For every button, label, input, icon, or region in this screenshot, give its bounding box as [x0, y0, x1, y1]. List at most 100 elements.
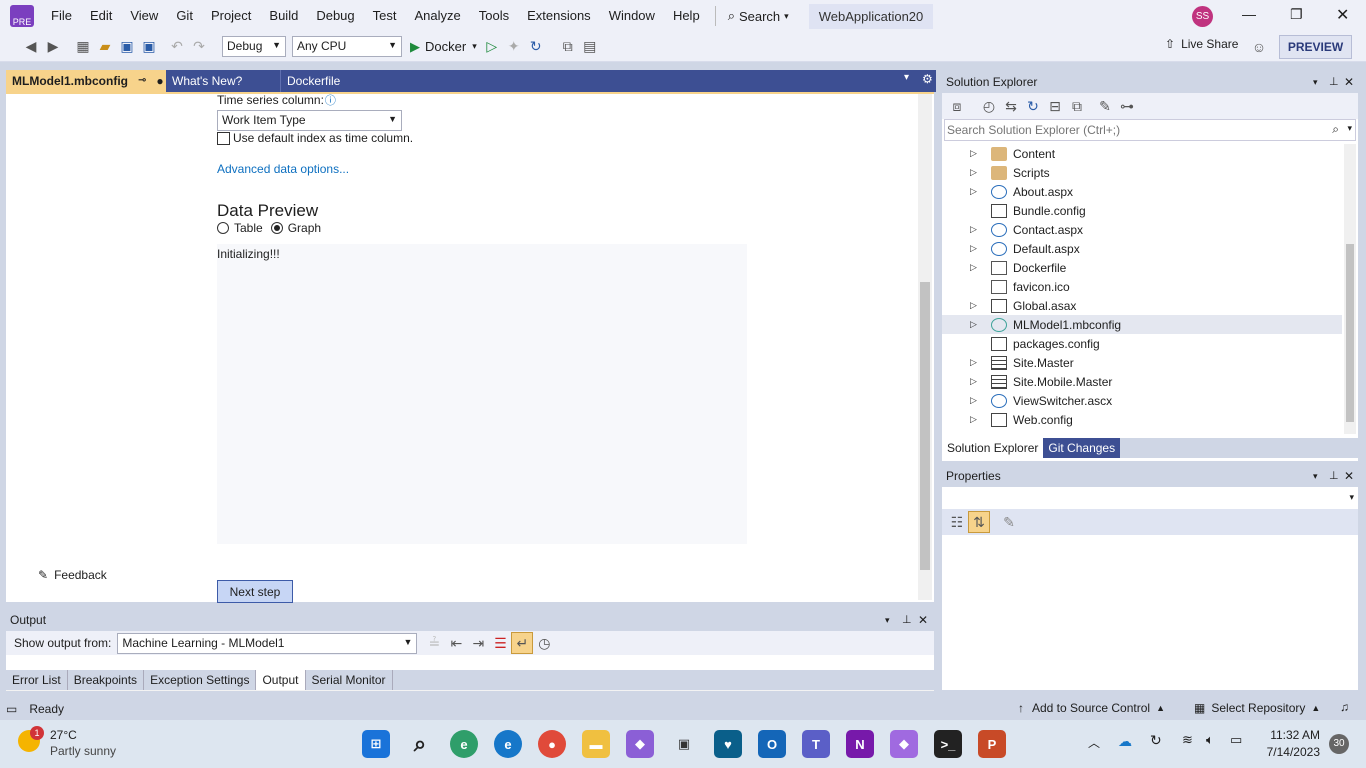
tree-item[interactable]: packages.config — [942, 334, 1342, 353]
wifi-icon[interactable]: ≋ — [1182, 732, 1193, 748]
find-message-icon[interactable]: ≟ — [423, 632, 445, 654]
start-debugging-button[interactable]: ▶ Docker ▾ — [410, 39, 477, 55]
visual-studio-icon[interactable]: ◆ — [626, 730, 654, 758]
edge-dev-icon[interactable]: e — [450, 730, 478, 758]
tree-item[interactable]: ▷ Content — [942, 144, 1342, 163]
menu-debug[interactable]: Debug — [307, 0, 363, 32]
word-wrap-icon[interactable]: ↵ — [511, 632, 534, 654]
hot-reload-icon[interactable]: ✦ — [503, 36, 525, 58]
select-repository-button[interactable]: ▦ Select Repository ▲ — [1194, 701, 1320, 715]
tree-item[interactable]: ▷ About.aspx — [942, 182, 1342, 201]
properties-wrench-icon[interactable]: ✎ — [1094, 95, 1116, 117]
expand-arrow-icon[interactable]: ▷ — [970, 243, 977, 254]
search-icon[interactable]: ⌕ — [406, 730, 434, 758]
tab-breakpoints[interactable]: Breakpoints — [68, 670, 145, 690]
open-folder-icon[interactable]: ▰ — [94, 36, 116, 58]
close-icon[interactable]: ✕ — [1344, 465, 1354, 487]
preview-selected-icon[interactable]: ⊶ — [1116, 95, 1138, 117]
tree-scrollbar[interactable] — [1344, 144, 1356, 434]
object-select[interactable]: ▾ — [942, 487, 1358, 509]
sync-icon[interactable]: ⇆ — [1000, 95, 1022, 117]
advanced-data-options-link[interactable]: Advanced data options... — [217, 162, 349, 176]
expand-arrow-icon[interactable]: ▷ — [970, 262, 977, 273]
panel-menu-icon[interactable]: ▾ — [1313, 465, 1318, 487]
table-radio[interactable] — [217, 222, 229, 234]
browser-link-icon[interactable]: ⧉ — [557, 36, 579, 58]
output-window-icon[interactable]: ▭ — [6, 702, 17, 716]
tree-item[interactable]: ▷ Web.config — [942, 410, 1342, 429]
live-share-button[interactable]: ⇧ Live Share — [1165, 37, 1238, 51]
user-avatar[interactable]: SS — [1192, 6, 1213, 27]
tree-item[interactable]: ▷ MLModel1.mbconfig — [942, 315, 1342, 334]
menu-git[interactable]: Git — [167, 0, 202, 32]
menu-build[interactable]: Build — [260, 0, 307, 32]
refresh-icon[interactable]: ↻ — [525, 36, 547, 58]
menu-view[interactable]: View — [121, 0, 167, 32]
categorized-icon[interactable]: ☷ — [946, 511, 968, 533]
store-icon[interactable]: ▣ — [670, 730, 698, 758]
tree-item[interactable]: Bundle.config — [942, 201, 1342, 220]
clock[interactable]: 11:32 AM 7/14/2023 — [1260, 728, 1320, 759]
property-pages-icon[interactable]: ✎ — [998, 511, 1020, 533]
save-icon[interactable]: ▣ — [116, 36, 138, 58]
tab-error-list[interactable]: Error List — [6, 670, 68, 690]
feedback-link[interactable]: ✎ Feedback — [38, 568, 107, 582]
pin-icon[interactable]: ⊥ — [902, 609, 912, 631]
settings-icon[interactable]: ⚙ — [922, 72, 933, 86]
menu-analyze[interactable]: Analyze — [405, 0, 469, 32]
pin-icon[interactable]: ⊥ — [1329, 465, 1339, 487]
expand-arrow-icon[interactable]: ▷ — [970, 414, 977, 425]
onedrive-icon[interactable]: ☁ — [1118, 733, 1132, 750]
undo-icon[interactable]: ↶ — [166, 36, 188, 58]
tree-item[interactable]: ▷ Default.aspx — [942, 239, 1342, 258]
forward-icon[interactable]: ▶ — [42, 36, 64, 58]
tab-output[interactable]: Output — [256, 670, 306, 690]
menu-extensions[interactable]: Extensions — [518, 0, 600, 32]
tree-item[interactable]: ▷ Site.Mobile.Master — [942, 372, 1342, 391]
weather-widget[interactable]: 1 27°C Partly sunny — [18, 726, 128, 761]
expand-arrow-icon[interactable]: ▷ — [970, 186, 977, 197]
tree-item[interactable]: ▷ Site.Master — [942, 353, 1342, 372]
menu-help[interactable]: Help — [664, 0, 709, 32]
previous-message-icon[interactable]: ⇤ — [445, 632, 467, 654]
expand-arrow-icon[interactable]: ▷ — [970, 395, 977, 406]
info-icon[interactable]: ⓘ — [325, 92, 336, 108]
notifications-bell-icon[interactable]: ♫ — [1340, 700, 1349, 714]
solution-configuration-select[interactable]: Debug ▼ — [222, 36, 286, 57]
edge-icon[interactable]: e — [494, 730, 522, 758]
add-to-source-control-button[interactable]: ↑ Add to Source Control ▲ — [1018, 701, 1165, 715]
search-button[interactable]: ⌕ Search ▾ — [722, 8, 795, 24]
expand-arrow-icon[interactable]: ▷ — [970, 376, 977, 387]
show-hidden-icons-icon[interactable]: ︿ — [1088, 734, 1100, 751]
menu-window[interactable]: Window — [600, 0, 664, 32]
tab-dockerfile[interactable]: Dockerfile — [281, 70, 381, 92]
expand-arrow-icon[interactable]: ▷ — [970, 167, 977, 178]
menu-edit[interactable]: Edit — [81, 0, 121, 32]
tab-serial-monitor[interactable]: Serial Monitor — [306, 670, 393, 690]
switch-views-icon[interactable]: ⧈ — [946, 95, 968, 117]
close-icon[interactable]: ✕ — [1344, 71, 1354, 93]
editor-scrollbar[interactable] — [918, 94, 932, 600]
tree-item[interactable]: ▷ ViewSwitcher.ascx — [942, 391, 1342, 410]
tab-git-changes[interactable]: Git Changes — [1043, 438, 1121, 458]
collapse-all-icon[interactable]: ⊟ — [1044, 95, 1066, 117]
tab-exception-settings[interactable]: Exception Settings — [144, 670, 257, 690]
solution-platform-select[interactable]: Any CPU ▼ — [292, 36, 402, 57]
onenote-icon[interactable]: N — [846, 730, 874, 758]
alphabetical-icon[interactable]: ⇅ — [968, 511, 990, 533]
redo-icon[interactable]: ↷ — [188, 36, 210, 58]
graph-radio[interactable] — [270, 222, 283, 234]
preview-button[interactable]: PREVIEW — [1279, 35, 1352, 59]
chrome-icon[interactable]: ● — [538, 730, 566, 758]
tab-whats-new[interactable]: What's New? — [166, 70, 281, 92]
powerpoint-icon[interactable]: P — [978, 730, 1006, 758]
back-icon[interactable]: ◀ — [20, 36, 42, 58]
close-icon[interactable]: ✕ — [918, 609, 928, 631]
battery-icon[interactable]: ▭ — [1230, 732, 1242, 748]
layout-icon[interactable]: ▤ — [579, 36, 601, 58]
next-step-button[interactable]: Next step — [217, 580, 293, 603]
menu-test[interactable]: Test — [364, 0, 406, 32]
chevron-down-icon[interactable]: ▾ — [1347, 123, 1352, 134]
output-source-select[interactable]: Machine Learning - MLModel1 ▼ — [117, 632, 418, 654]
expand-arrow-icon[interactable]: ▷ — [970, 319, 977, 330]
